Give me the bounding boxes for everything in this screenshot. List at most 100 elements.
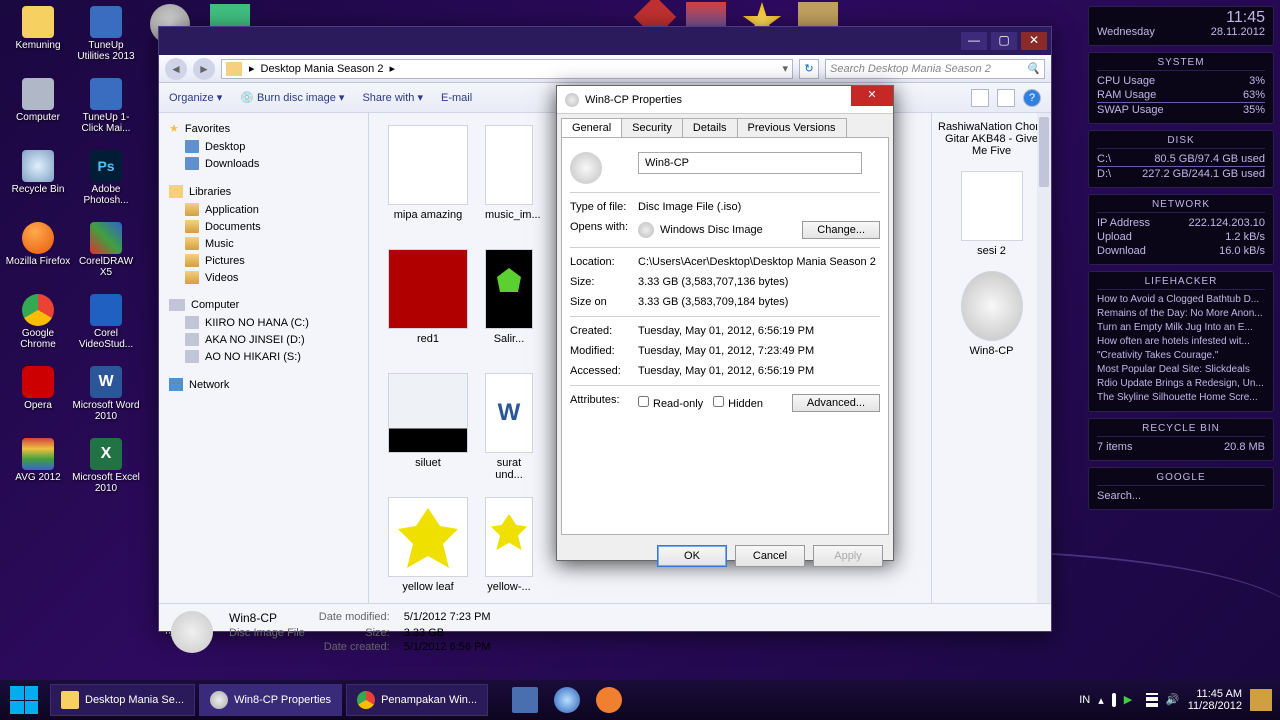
recyclebin-gadget: RECYCLE BIN 7 items20.8 MB (1088, 418, 1274, 461)
desktop-icon-recycle-bin[interactable]: Recycle Bin (4, 148, 72, 220)
desktop-icon[interactable]: Mozilla Firefox (4, 220, 72, 292)
file-item[interactable]: siluet (375, 369, 481, 493)
favorites-header[interactable]: ★Favorites (163, 119, 364, 138)
search-input[interactable]: Search Desktop Mania Season 2🔍 (825, 59, 1045, 79)
scrollbar[interactable] (1037, 113, 1051, 603)
file-item[interactable]: yellow leaf (375, 493, 481, 603)
google-gadget: GOOGLE Search... (1088, 467, 1274, 510)
tree-item[interactable]: Application (163, 201, 364, 218)
headline[interactable]: Most Popular Deal Site: Slickdeals (1097, 363, 1265, 377)
help-button[interactable]: ? (1023, 89, 1041, 107)
tab-details[interactable]: Details (682, 118, 738, 137)
desktop-icon[interactable]: AVG 2012 (4, 436, 72, 508)
tab-security[interactable]: Security (621, 118, 683, 137)
file-item[interactable]: Wsurat und... (481, 369, 537, 493)
tray-icon[interactable]: ▶ (1124, 693, 1138, 707)
clock-gadget: 11:45 Wednesday28.11.2012 (1088, 6, 1274, 46)
tray-clock[interactable]: 11:45 AM11/28/2012 (1188, 688, 1242, 712)
headline[interactable]: Turn an Empty Milk Jug Into an E... (1097, 321, 1265, 335)
preview-pane-toggle[interactable] (997, 89, 1015, 107)
tree-item[interactable]: Documents (163, 218, 364, 235)
breadcrumb[interactable]: ▸ Desktop Mania Season 2 ▸ ▾ (221, 59, 793, 79)
tree-item[interactable]: Pictures (163, 252, 364, 269)
taskbar-pinned[interactable] (590, 684, 628, 716)
system-tray: IN ▴ ▶ 🔊 11:45 AM11/28/2012 (1071, 688, 1280, 712)
desktop-icon[interactable]: Corel VideoStud... (72, 292, 140, 364)
headline[interactable]: "Creativity Takes Courage." (1097, 349, 1265, 363)
language-indicator[interactable]: IN (1079, 694, 1090, 706)
folder-icon (226, 62, 242, 76)
tray-thumbnail[interactable] (1250, 689, 1272, 711)
share-with-menu[interactable]: Share with ▾ (362, 91, 423, 104)
readonly-checkbox[interactable]: Read-only (638, 396, 703, 410)
desktop-icon[interactable]: XMicrosoft Excel 2010 (72, 436, 140, 508)
taskbar-button[interactable]: Win8-CP Properties (199, 684, 342, 716)
back-button[interactable]: ◄ (165, 58, 187, 80)
close-button[interactable]: ✕ (851, 86, 893, 106)
file-item[interactable]: sesi 2 (936, 171, 1047, 257)
desktop-icon[interactable]: PsAdobe Photosh... (72, 148, 140, 220)
headline[interactable]: Rdio Update Brings a Redesign, Un... (1097, 377, 1265, 391)
taskbar-button[interactable]: Penampakan Win... (346, 684, 488, 716)
tree-item[interactable]: Desktop (163, 138, 364, 155)
change-button[interactable]: Change... (802, 221, 880, 239)
file-item[interactable]: RashiwaNation Chord Gitar AKB48 - Give M… (936, 121, 1047, 157)
file-item[interactable]: yellow-... (481, 493, 537, 603)
taskbar-pinned[interactable] (506, 684, 544, 716)
desktop-icon[interactable]: Kemuning (4, 4, 72, 76)
close-button[interactable]: ✕ (1021, 32, 1047, 50)
explorer-titlebar[interactable]: — ▢ ✕ (159, 27, 1051, 55)
tree-item[interactable]: AKA NO JINSEI (D:) (163, 331, 364, 348)
tab-previous-versions[interactable]: Previous Versions (737, 118, 847, 137)
tree-item[interactable]: AO NO HIKARI (S:) (163, 348, 364, 365)
start-button[interactable] (0, 680, 48, 720)
burn-disc-button[interactable]: 💿 Burn disc image ▾ (240, 91, 344, 104)
tree-item[interactable]: KIIRO NO HANA (C:) (163, 314, 364, 331)
file-item[interactable]: mipa amazing (375, 121, 481, 245)
desktop-icon[interactable]: CorelDRAW X5 (72, 220, 140, 292)
desktop-icon[interactable]: TuneUp 1-Click Mai... (72, 76, 140, 148)
filename-input[interactable] (638, 152, 862, 174)
headline[interactable]: Remains of the Day: No More Anon... (1097, 307, 1265, 321)
libraries-header[interactable]: Libraries (163, 182, 364, 201)
tab-general[interactable]: General (561, 118, 622, 137)
file-item[interactable]: Win8-CP (936, 271, 1047, 357)
properties-titlebar[interactable]: Win8-CP Properties ✕ (557, 86, 893, 114)
taskbar-pinned[interactable] (548, 684, 586, 716)
file-item[interactable]: Salir... (481, 245, 537, 369)
network-header[interactable]: Network (163, 375, 364, 394)
tree-item[interactable]: Music (163, 235, 364, 252)
headline[interactable]: The Skyline Silhouette Home Scre... (1097, 391, 1265, 405)
hidden-checkbox[interactable]: Hidden (713, 396, 763, 410)
disc-icon (565, 93, 579, 107)
file-item[interactable]: music_im... (481, 121, 537, 245)
apply-button[interactable]: Apply (813, 545, 883, 567)
tray-up-icon[interactable]: ▴ (1098, 694, 1104, 707)
taskbar-button[interactable]: Desktop Mania Se... (50, 684, 195, 716)
cancel-button[interactable]: Cancel (735, 545, 805, 567)
tree-item[interactable]: Videos (163, 269, 364, 286)
desktop-icon[interactable]: Computer (4, 76, 72, 148)
headline[interactable]: How often are hotels infested wit... (1097, 335, 1265, 349)
file-item[interactable]: red1 (375, 245, 481, 369)
desktop-icon[interactable]: TuneUp Utilities 2013 (72, 4, 140, 76)
tree-item[interactable]: Downloads (163, 155, 364, 172)
maximize-button[interactable]: ▢ (991, 32, 1017, 50)
minimize-button[interactable]: — (961, 32, 987, 50)
desktop-icon[interactable]: WMicrosoft Word 2010 (72, 364, 140, 436)
refresh-button[interactable]: ↻ (799, 59, 819, 79)
ok-button[interactable]: OK (657, 545, 727, 567)
computer-header[interactable]: Computer (163, 296, 364, 314)
volume-icon[interactable]: 🔊 (1166, 693, 1180, 707)
tray-icon[interactable] (1112, 693, 1116, 707)
organize-menu[interactable]: Organize ▾ (169, 91, 222, 104)
desktop-icon[interactable]: Google Chrome (4, 292, 72, 364)
google-search-placeholder[interactable]: Search... (1097, 489, 1141, 503)
advanced-button[interactable]: Advanced... (792, 394, 880, 412)
view-menu[interactable] (971, 89, 989, 107)
forward-button[interactable]: ► (193, 58, 215, 80)
desktop-icon[interactable]: Opera (4, 364, 72, 436)
network-icon[interactable] (1146, 693, 1158, 707)
email-button[interactable]: E-mail (441, 92, 472, 104)
headline[interactable]: How to Avoid a Clogged Bathtub D... (1097, 293, 1265, 307)
